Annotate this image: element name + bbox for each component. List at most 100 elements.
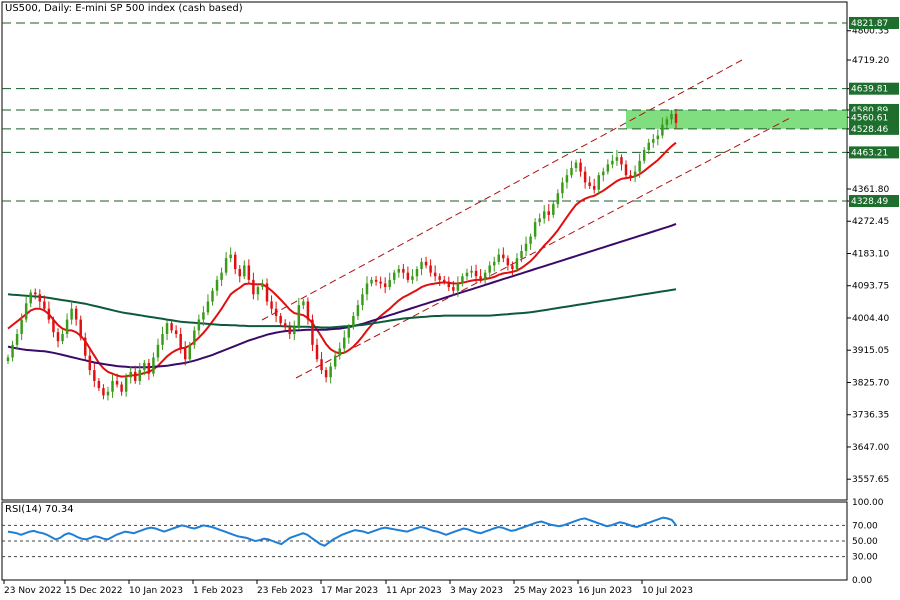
x-tick-label: 11 Apr 2023 — [386, 586, 442, 596]
candle-body — [315, 344, 319, 360]
candle-body — [111, 380, 114, 392]
candle-body — [79, 319, 82, 338]
y-tick-label: 4719.20 — [852, 56, 889, 66]
candle-body — [529, 236, 532, 244]
candle-body — [115, 380, 119, 385]
candle-body — [293, 326, 296, 334]
candle-body — [338, 348, 341, 356]
resistance-zone — [626, 109, 847, 129]
candle-body — [93, 370, 96, 381]
candle-body — [161, 334, 164, 345]
price-label: 4328.49 — [851, 197, 888, 207]
candle-body — [347, 326, 351, 338]
candle-body — [424, 261, 428, 266]
candle-body — [570, 168, 573, 176]
y-tick-label: 3557.65 — [852, 475, 889, 485]
price-chart[interactable]: 4800.354719.204639.814580.894560.614528.… — [0, 0, 900, 600]
x-tick-label: 10 Jan 2023 — [129, 586, 183, 596]
candle-body — [311, 319, 314, 345]
y-tick-label: 4361.80 — [852, 185, 889, 195]
candle-body — [324, 370, 328, 378]
candle-body — [470, 270, 473, 273]
candle-body — [443, 279, 446, 282]
x-tick-label: 25 May 2023 — [514, 586, 573, 596]
candle-body — [138, 370, 142, 381]
candle-body — [411, 276, 414, 280]
candle-body — [188, 344, 192, 360]
price-label: 4821.87 — [851, 19, 888, 29]
candle-body — [106, 391, 110, 396]
candle-body — [402, 269, 405, 273]
x-tick-label: 15 Dec 2022 — [65, 586, 123, 596]
candle-body — [588, 182, 591, 187]
candle-body — [20, 319, 23, 334]
candle-body — [320, 359, 323, 371]
candle-body — [606, 164, 610, 172]
candle-body — [524, 243, 528, 251]
candle-body — [511, 265, 514, 270]
candle-body — [583, 171, 587, 183]
candle-body — [38, 294, 42, 302]
candle-body — [265, 283, 269, 302]
candle-body — [383, 283, 387, 288]
candle-body — [602, 171, 605, 176]
candle-body — [238, 269, 241, 277]
candle-body — [24, 303, 28, 320]
candle-body — [415, 269, 419, 277]
candle-body — [247, 265, 251, 280]
candle-body — [343, 337, 346, 349]
candle-body — [674, 113, 678, 123]
candle-body — [256, 287, 260, 295]
candle-body — [202, 312, 205, 320]
chart-title: US500, Daily: E-mini SP 500 index (cash … — [5, 3, 243, 14]
x-tick-label: 1 Feb 2023 — [193, 586, 243, 596]
candle-body — [624, 164, 628, 176]
y-tick-label: 4183.10 — [852, 249, 889, 259]
candle-body — [193, 330, 196, 345]
candle-body — [429, 265, 432, 273]
candle-body — [88, 355, 92, 371]
candle-body — [233, 254, 237, 270]
candle-body — [220, 272, 223, 280]
candle-body — [365, 283, 369, 295]
candle-body — [288, 326, 291, 334]
candle-body — [274, 308, 278, 316]
candle-body — [670, 113, 673, 120]
rsi-tick-label: 100.00 — [852, 498, 884, 508]
candle-body — [452, 287, 455, 291]
candle-body — [306, 301, 310, 320]
candle-body — [388, 279, 391, 288]
candle-body — [147, 362, 151, 374]
candle-body — [15, 334, 19, 345]
chart-stage: 4800.354719.204639.814580.894560.614528.… — [0, 0, 900, 600]
x-tick-label: 17 Mar 2023 — [321, 586, 378, 596]
candle-body — [70, 308, 73, 320]
rsi-tick-label: 70.00 — [852, 521, 878, 531]
candle-body — [84, 337, 87, 356]
candle-body — [52, 319, 55, 333]
candle-body — [506, 258, 510, 266]
candle-body — [515, 258, 519, 270]
candle-body — [302, 301, 305, 306]
candle-body — [438, 276, 441, 280]
candle-body — [197, 319, 201, 331]
candle-body — [492, 261, 496, 266]
candle-body — [165, 323, 169, 334]
candle-body — [174, 330, 178, 334]
y-tick-label: 4093.75 — [852, 282, 889, 292]
candle-body — [152, 357, 155, 374]
candle-body — [638, 160, 641, 172]
candle-body — [552, 204, 555, 215]
x-tick-label: 23 Nov 2022 — [4, 586, 62, 596]
candle-body — [406, 272, 410, 280]
candle-body — [620, 157, 623, 165]
candle-body — [592, 186, 596, 190]
candle-body — [465, 272, 469, 277]
candle-body — [542, 211, 546, 219]
candle-body — [352, 315, 355, 327]
candle-body — [497, 254, 501, 262]
candle-body — [129, 371, 132, 378]
candle-body — [652, 139, 655, 143]
candle-body — [615, 157, 619, 161]
candle-body — [461, 276, 464, 284]
